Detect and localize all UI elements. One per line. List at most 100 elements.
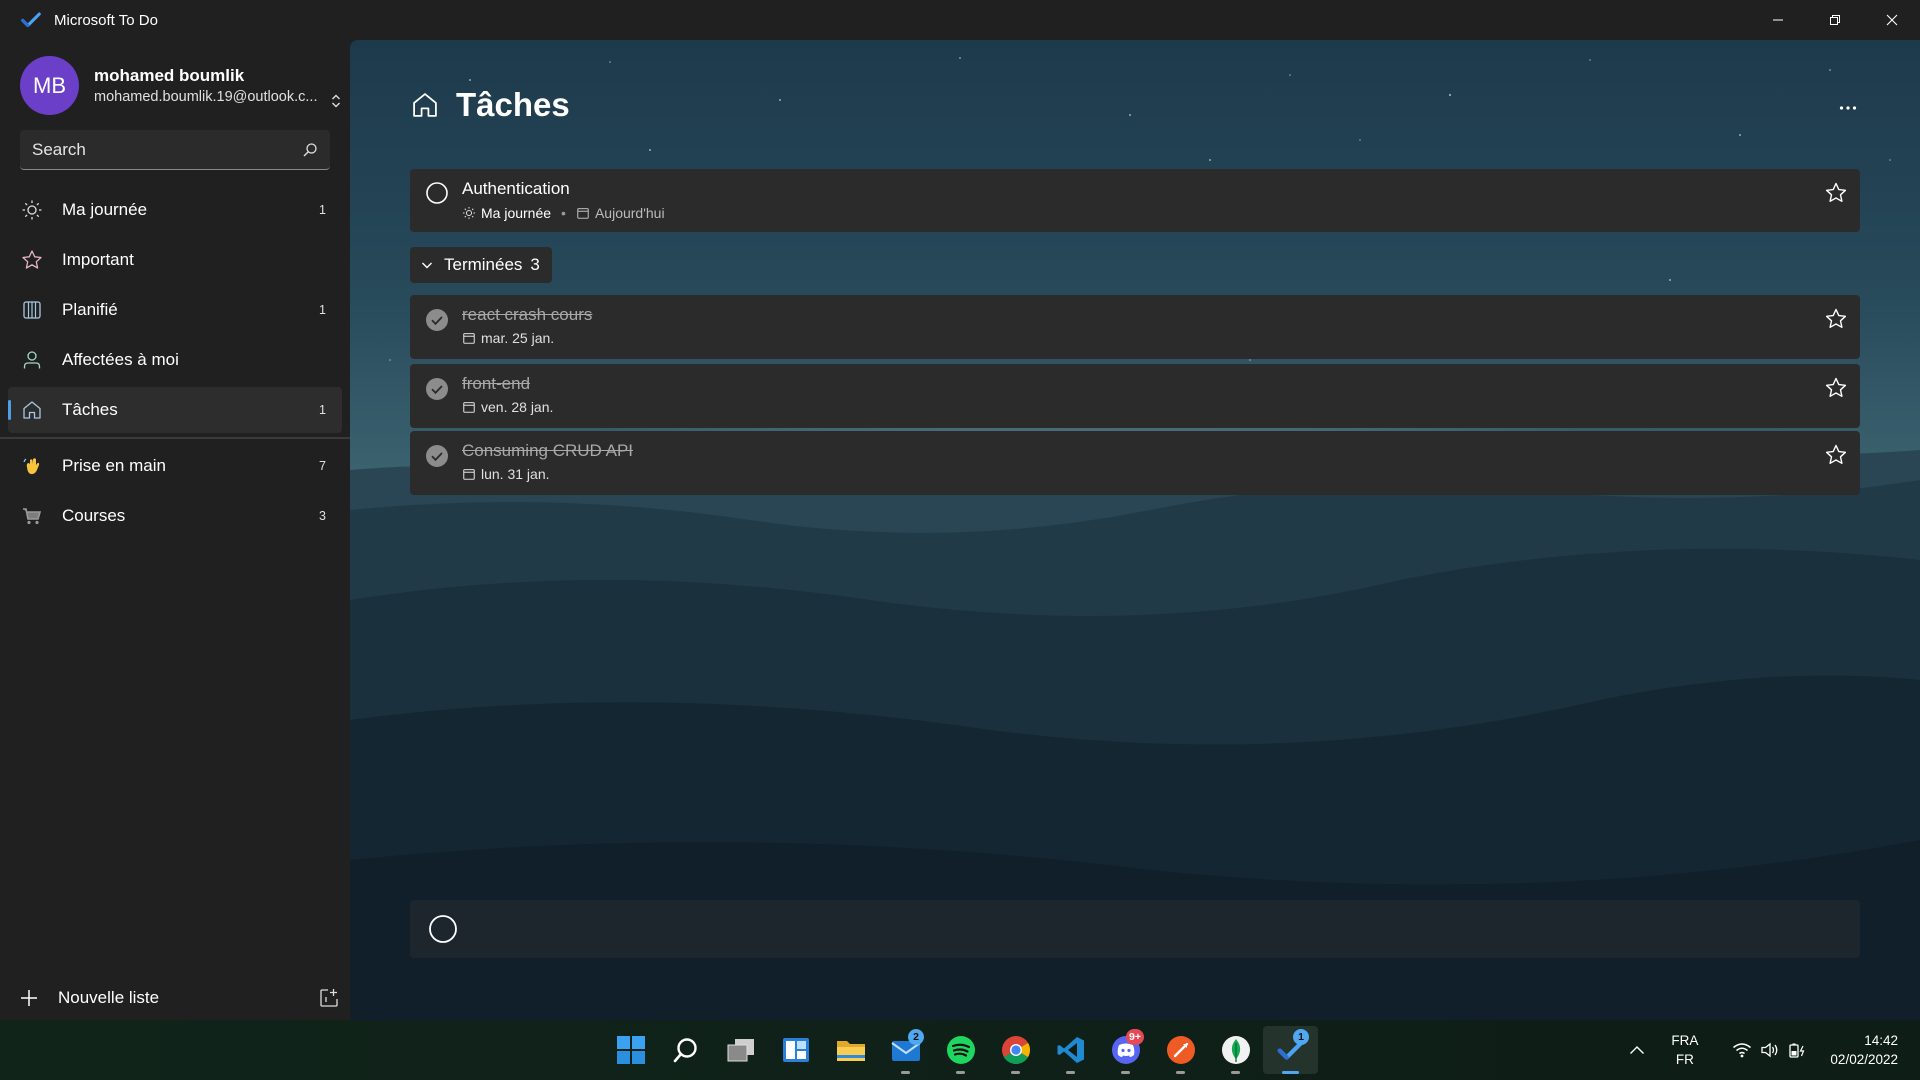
sidebar-item-count: 1 bbox=[319, 403, 326, 417]
taskbar-postman[interactable] bbox=[1153, 1026, 1208, 1074]
completed-count: 3 bbox=[530, 255, 540, 274]
sidebar-item-groceries[interactable]: Courses 3 bbox=[8, 493, 342, 539]
chevron-up-down-icon[interactable] bbox=[330, 92, 342, 110]
discord-badge: 9+ bbox=[1126, 1029, 1144, 1045]
meta-separator: • bbox=[561, 205, 566, 221]
taskbar-mail[interactable]: 2 bbox=[878, 1026, 933, 1074]
taskbar-discord[interactable]: 9+ bbox=[1098, 1026, 1153, 1074]
minimize-button[interactable] bbox=[1749, 0, 1806, 40]
sidebar-item-label: Important bbox=[62, 250, 134, 269]
taskbar-file-explorer[interactable] bbox=[823, 1026, 878, 1074]
chevron-down-icon bbox=[422, 262, 432, 269]
minimize-icon bbox=[1772, 19, 1783, 21]
window-title: Microsoft To Do bbox=[54, 11, 158, 29]
person-icon bbox=[23, 351, 41, 369]
list-header: Tâches bbox=[410, 86, 570, 124]
page-title: Tâches bbox=[456, 86, 570, 123]
checked-checkbox-icon[interactable] bbox=[425, 308, 449, 332]
my-day-label: Ma journée bbox=[481, 205, 552, 221]
sidebar-item-getting-started[interactable]: Prise en main 7 bbox=[8, 443, 342, 489]
completed-task-item[interactable]: react crash cours mar. 25 jan. bbox=[410, 295, 1860, 359]
home-icon bbox=[23, 401, 41, 419]
taskbar-search[interactable] bbox=[658, 1026, 713, 1074]
more-icon bbox=[1839, 106, 1857, 110]
keyboard-layout: FR bbox=[1675, 1052, 1694, 1067]
sidebar-item-assigned-to-me[interactable]: Affectées à moi bbox=[8, 337, 342, 383]
calendar-icon bbox=[577, 208, 589, 219]
sidebar-item-count: 1 bbox=[319, 303, 326, 317]
clock-button[interactable]: 14:42 02/02/2022 bbox=[1830, 1031, 1898, 1069]
sidebar-item-tasks[interactable]: Tâches 1 bbox=[8, 387, 342, 433]
sidebar-item-my-day[interactable]: Ma journée 1 bbox=[8, 187, 342, 233]
close-button[interactable] bbox=[1863, 0, 1920, 40]
taskbar-mongodb-compass[interactable] bbox=[1208, 1026, 1263, 1074]
new-list-button[interactable]: Nouvelle liste bbox=[20, 978, 340, 1018]
taskbar-widgets[interactable] bbox=[768, 1026, 823, 1074]
taskbar-task-view[interactable] bbox=[713, 1026, 768, 1074]
calendar-grid-icon bbox=[23, 301, 41, 319]
taskbar-spotify[interactable] bbox=[933, 1026, 988, 1074]
sidebar-item-count: 7 bbox=[319, 459, 326, 473]
sidebar-item-planned[interactable]: Planifié 1 bbox=[8, 287, 342, 333]
new-group-icon[interactable] bbox=[318, 987, 340, 1009]
search-icon[interactable] bbox=[302, 142, 318, 158]
running-indicator bbox=[1066, 1071, 1075, 1074]
speaker-icon bbox=[1761, 1042, 1778, 1058]
avatar[interactable]: MB bbox=[20, 56, 79, 115]
taskbar-vscode[interactable] bbox=[1043, 1026, 1098, 1074]
star-icon[interactable] bbox=[1824, 181, 1848, 205]
taskbar-start[interactable] bbox=[603, 1026, 658, 1074]
star-icon[interactable] bbox=[1824, 376, 1848, 400]
sidebar-item-label: Prise en main bbox=[62, 456, 166, 475]
search-input[interactable] bbox=[32, 139, 302, 160]
running-indicator bbox=[1176, 1071, 1185, 1074]
star-icon bbox=[22, 250, 42, 269]
battery-charging-icon bbox=[1789, 1043, 1805, 1058]
volume-button[interactable] bbox=[1756, 1042, 1784, 1058]
running-indicator bbox=[901, 1071, 910, 1074]
show-hidden-icons-button[interactable] bbox=[1623, 1045, 1651, 1055]
profile-area[interactable]: MB mohamed boumlik mohamed.boumlik.19@ou… bbox=[20, 56, 317, 115]
due-date: mar. 25 jan. bbox=[481, 330, 555, 346]
checked-checkbox-icon[interactable] bbox=[425, 377, 449, 401]
due-date: ven. 28 jan. bbox=[481, 399, 554, 415]
mongodb-icon bbox=[1221, 1036, 1250, 1064]
folder-icon bbox=[836, 1041, 865, 1061]
postman-icon bbox=[1166, 1036, 1195, 1064]
restore-button[interactable] bbox=[1806, 0, 1863, 40]
spotify-icon bbox=[946, 1036, 975, 1064]
checked-checkbox-icon[interactable] bbox=[425, 444, 449, 468]
waving-hand-icon bbox=[23, 458, 40, 475]
search-box[interactable] bbox=[20, 130, 330, 170]
sun-icon bbox=[462, 206, 476, 220]
task-meta: ven. 28 jan. bbox=[462, 399, 553, 415]
battery-button[interactable] bbox=[1784, 1042, 1812, 1058]
completed-section-toggle[interactable]: Terminées 3 bbox=[410, 247, 552, 283]
completed-task-item[interactable]: Consuming CRUD API lun. 31 jan. bbox=[410, 431, 1860, 495]
taskbar-chrome[interactable] bbox=[988, 1026, 1043, 1074]
sidebar-item-important[interactable]: Important bbox=[8, 237, 342, 283]
task-checkbox[interactable] bbox=[425, 181, 449, 205]
wifi-button[interactable] bbox=[1728, 1042, 1756, 1058]
task-item[interactable]: Authentication Ma journée • Aujourd'hui bbox=[410, 169, 1860, 232]
system-tray: FRA FR 14:42 02/02/2022 bbox=[1623, 1020, 1920, 1080]
star-icon[interactable] bbox=[1824, 307, 1848, 331]
taskbar-microsoft-to-do[interactable]: 1 bbox=[1263, 1026, 1318, 1074]
running-indicator bbox=[956, 1071, 965, 1074]
task-meta: Ma journée • Aujourd'hui bbox=[462, 205, 665, 221]
completed-label: Terminées bbox=[444, 255, 523, 274]
list-options-button[interactable] bbox=[1832, 98, 1864, 118]
completed-task-item[interactable]: front-end ven. 28 jan. bbox=[410, 364, 1860, 428]
sidebar-item-label: Ma journée bbox=[62, 200, 148, 219]
taskbar: 2 9+ 1 FRA FR 14:42 02/02/2022 bbox=[0, 1020, 1920, 1080]
add-task-input[interactable] bbox=[472, 919, 1772, 939]
input-language-button[interactable]: FRA FR bbox=[1671, 1031, 1698, 1069]
star-icon[interactable] bbox=[1824, 443, 1848, 467]
running-indicator bbox=[1231, 1071, 1240, 1074]
due-date: lun. 31 jan. bbox=[481, 466, 550, 482]
language-code: FRA bbox=[1671, 1033, 1699, 1048]
plus-icon bbox=[21, 990, 37, 1006]
todo-badge: 1 bbox=[1293, 1029, 1309, 1045]
sun-icon bbox=[22, 200, 42, 220]
add-task-bar[interactable] bbox=[410, 900, 1860, 958]
